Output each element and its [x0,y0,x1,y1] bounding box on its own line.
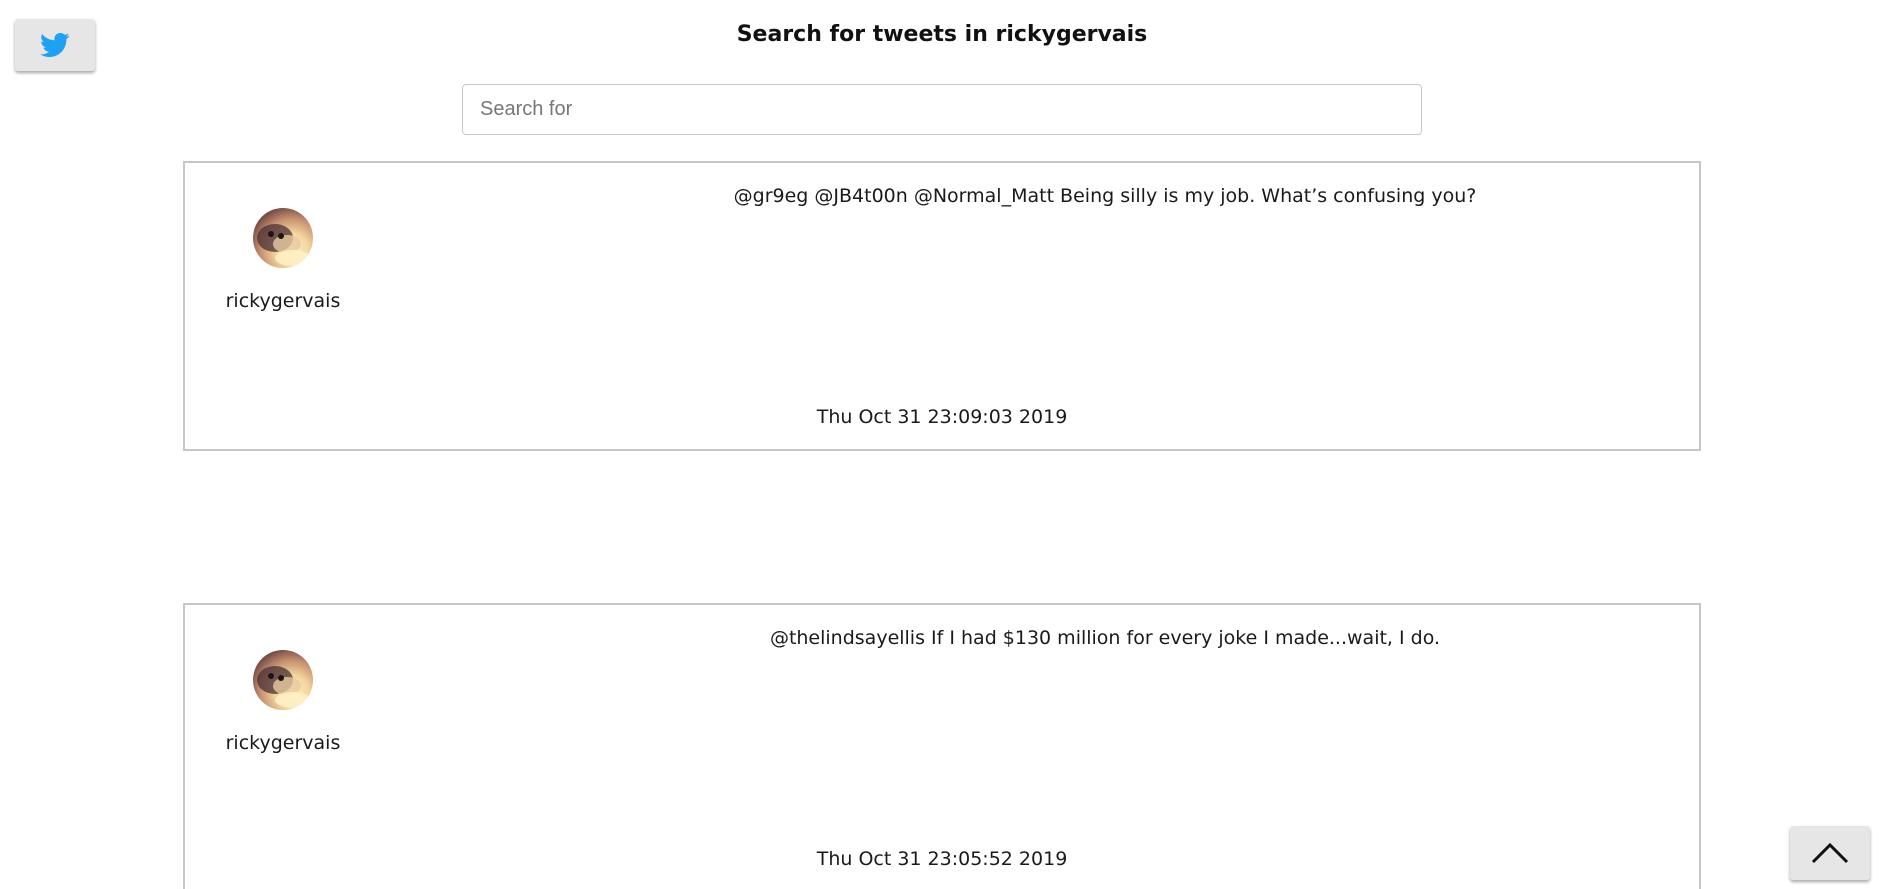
search-input[interactable] [462,84,1422,135]
page-title: Search for tweets in rickygervais [736,22,1148,47]
tweet-text: @thelindsayellis If I had $130 million f… [769,627,1441,649]
chevron-up-icon [1810,840,1850,866]
tweet-timestamp: Thu Oct 31 23:05:52 2019 [816,848,1068,870]
tweet-timestamp: Thu Oct 31 23:09:03 2019 [816,406,1068,428]
avatar [253,208,313,268]
page: Search for tweets in rickygervais rickyg… [0,0,1884,889]
avatar [253,650,313,710]
tweet-card: rickygervais @gr9eg @JB4t00n @Normal_Mat… [183,161,1701,451]
tweet-text: @gr9eg @JB4t00n @Normal_Matt Being silly… [733,185,1477,207]
tweet-card: rickygervais @thelindsayellis If I had $… [183,603,1701,889]
scroll-to-top-button[interactable] [1790,826,1870,880]
username[interactable]: rickygervais [185,290,381,312]
username[interactable]: rickygervais [185,732,381,754]
